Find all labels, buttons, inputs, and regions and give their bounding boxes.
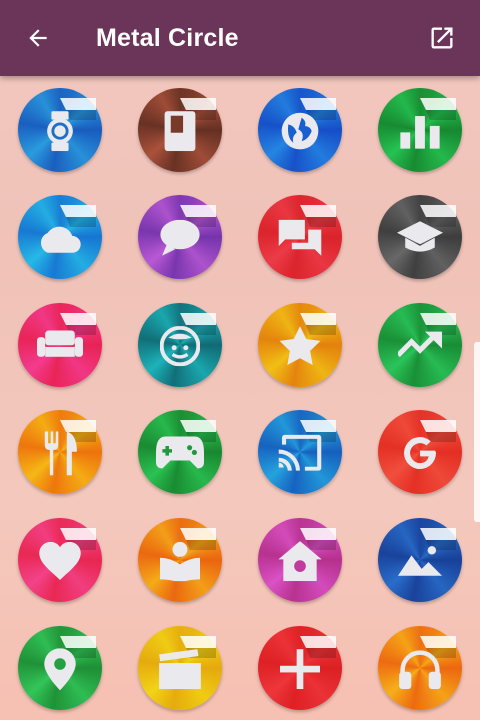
fork-knife-icon: [40, 431, 80, 480]
app-icon-cloud[interactable]: [18, 195, 102, 279]
map-pin-icon: [44, 648, 76, 695]
book-icon: [164, 111, 196, 156]
graduation-cap-icon: [397, 221, 443, 260]
star-icon: [279, 326, 321, 371]
app-icon-trending-up[interactable]: [378, 303, 462, 387]
icon-grid: [0, 76, 480, 720]
plus-icon: [280, 649, 320, 694]
app-icon-heart[interactable]: [18, 518, 102, 602]
chat-bubble-icon: [160, 219, 200, 261]
app-icon-fork-knife[interactable]: [18, 410, 102, 494]
heart-icon: [39, 541, 81, 585]
app-icon-map-pin[interactable]: [18, 626, 102, 710]
app-icon-reader[interactable]: [138, 518, 222, 602]
clapperboard-icon: [159, 649, 201, 694]
open-in-new-button[interactable]: [422, 18, 462, 58]
trending-up-icon: [396, 331, 442, 364]
app-icon-google[interactable]: [378, 410, 462, 494]
page-title: Metal Circle: [96, 24, 239, 52]
app-icon-headphones[interactable]: [378, 626, 462, 710]
cast-icon: [278, 434, 322, 476]
app-icon-chat-boxes[interactable]: [258, 195, 342, 279]
app-icon-star[interactable]: [258, 303, 342, 387]
face-icon: [159, 325, 201, 371]
headphones-icon: [399, 649, 441, 694]
app-icon-chat-bubble[interactable]: [138, 195, 222, 279]
arrow-left-icon: [29, 29, 47, 47]
app-icon-home[interactable]: [258, 518, 342, 602]
scrollbar-thumb[interactable]: [474, 342, 480, 522]
watch-icon: [42, 111, 78, 156]
chat-boxes-icon: [278, 219, 322, 261]
cloud-icon: [37, 221, 83, 258]
image-icon: [398, 544, 442, 581]
open-in-new-icon: [431, 27, 453, 49]
home-icon: [278, 541, 322, 586]
app-icon-face[interactable]: [138, 303, 222, 387]
app-icon-cast[interactable]: [258, 410, 342, 494]
app-icon-book[interactable]: [138, 88, 222, 172]
globe-icon: [280, 111, 320, 156]
reader-icon: [159, 541, 201, 586]
bar-chart-icon: [400, 113, 440, 154]
gamepad-icon: [156, 436, 204, 473]
app-bar: Metal Circle: [0, 0, 480, 76]
google-icon: [400, 433, 440, 478]
app-icon-clapperboard[interactable]: [138, 626, 222, 710]
app-icon-plus[interactable]: [258, 626, 342, 710]
app-icon-sofa[interactable]: [18, 303, 102, 387]
app-icon-bar-chart[interactable]: [378, 88, 462, 172]
app-icon-graduation-cap[interactable]: [378, 195, 462, 279]
sofa-icon: [37, 330, 83, 365]
app-icon-globe[interactable]: [258, 88, 342, 172]
app-icon-image[interactable]: [378, 518, 462, 602]
back-button[interactable]: [18, 18, 58, 58]
app-icon-gamepad[interactable]: [138, 410, 222, 494]
app-icon-watch[interactable]: [18, 88, 102, 172]
